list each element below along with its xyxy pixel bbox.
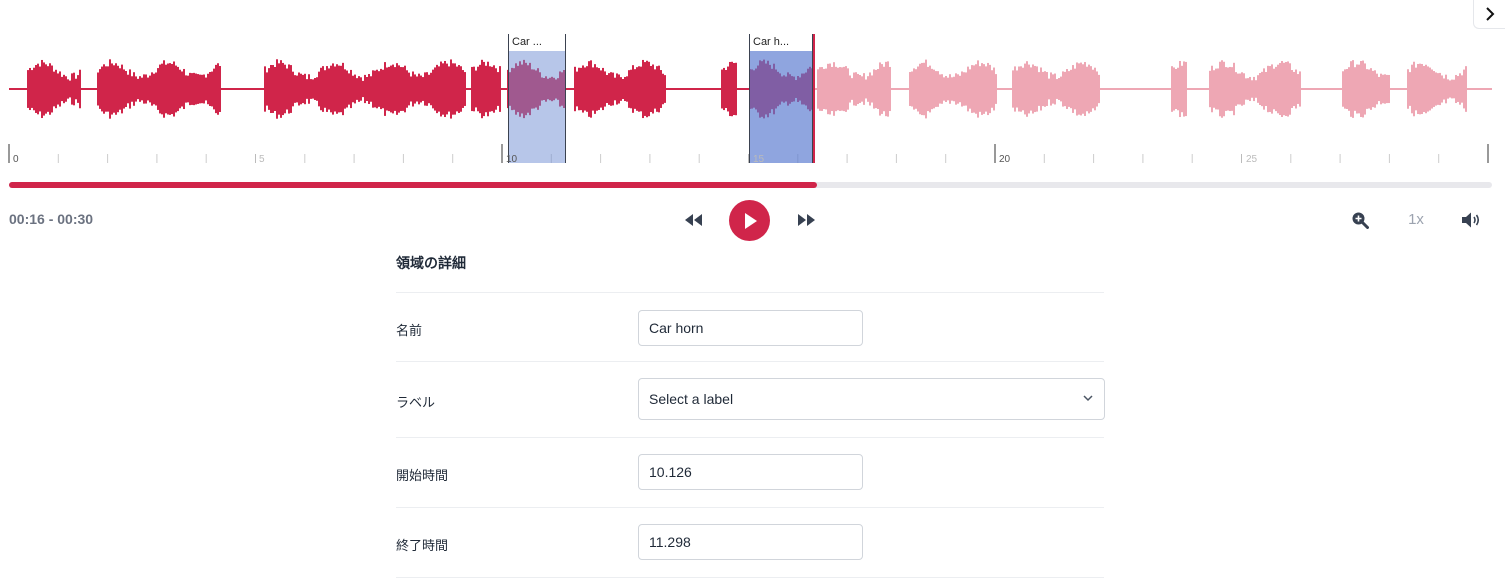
zoom-button[interactable] [1348,209,1372,231]
tick-label-5: 5 [259,154,265,165]
details-title: 領域の詳細 [396,248,1104,293]
start-time-row: 開始時間 [396,438,1104,508]
fast-forward-button[interactable] [794,209,818,231]
start-time-input[interactable] [638,454,863,490]
volume-icon [1462,212,1480,228]
start-time-label: 開始時間 [396,468,449,483]
end-time-row: 終了時間 [396,508,1104,578]
progress-fill [9,182,818,188]
chevron-down-icon [1083,395,1093,402]
label-row: ラベル Select a label [396,362,1105,438]
name-input[interactable] [638,310,863,346]
play-button[interactable] [729,200,770,241]
region-details-panel: 領域の詳細 名前 ラベル Select a label 開始時間 終了時間 [396,248,1105,578]
tick-label-10: 10 [506,154,518,165]
region-label: Car ... [509,34,565,51]
name-label: 名前 [396,323,423,338]
play-icon [744,212,757,229]
label-label: ラベル [396,395,436,410]
zoom-in-icon [1352,212,1369,229]
tick-label-25: 25 [1246,154,1258,165]
tick-label-20: 20 [999,154,1011,165]
progress-bar[interactable] [9,182,1492,188]
region-car-horn-2[interactable]: Car h... [749,34,813,163]
fast-forward-icon [798,214,815,226]
time-range: 00:16 - 00:30 [9,211,94,227]
tick-label-0: 0 [13,154,19,165]
playback-speed[interactable]: 1x [1401,211,1431,228]
end-time-label: 終了時間 [396,538,449,553]
waveform[interactable]: Car ... Car h... 0 5 10 15 20 25 [0,0,1505,170]
region-label: Car h... [750,34,812,51]
region-car-horn-1[interactable]: Car ... [508,34,566,163]
playhead-cursor[interactable] [813,34,815,163]
volume-button[interactable] [1460,209,1484,231]
label-select-value: Select a label [649,391,734,407]
rewind-button[interactable] [682,209,706,231]
tick-label-15: 15 [753,154,765,165]
name-row: 名前 [396,293,1104,362]
rewind-icon [685,214,702,226]
end-time-input[interactable] [638,524,863,560]
label-select[interactable]: Select a label [638,378,1105,420]
